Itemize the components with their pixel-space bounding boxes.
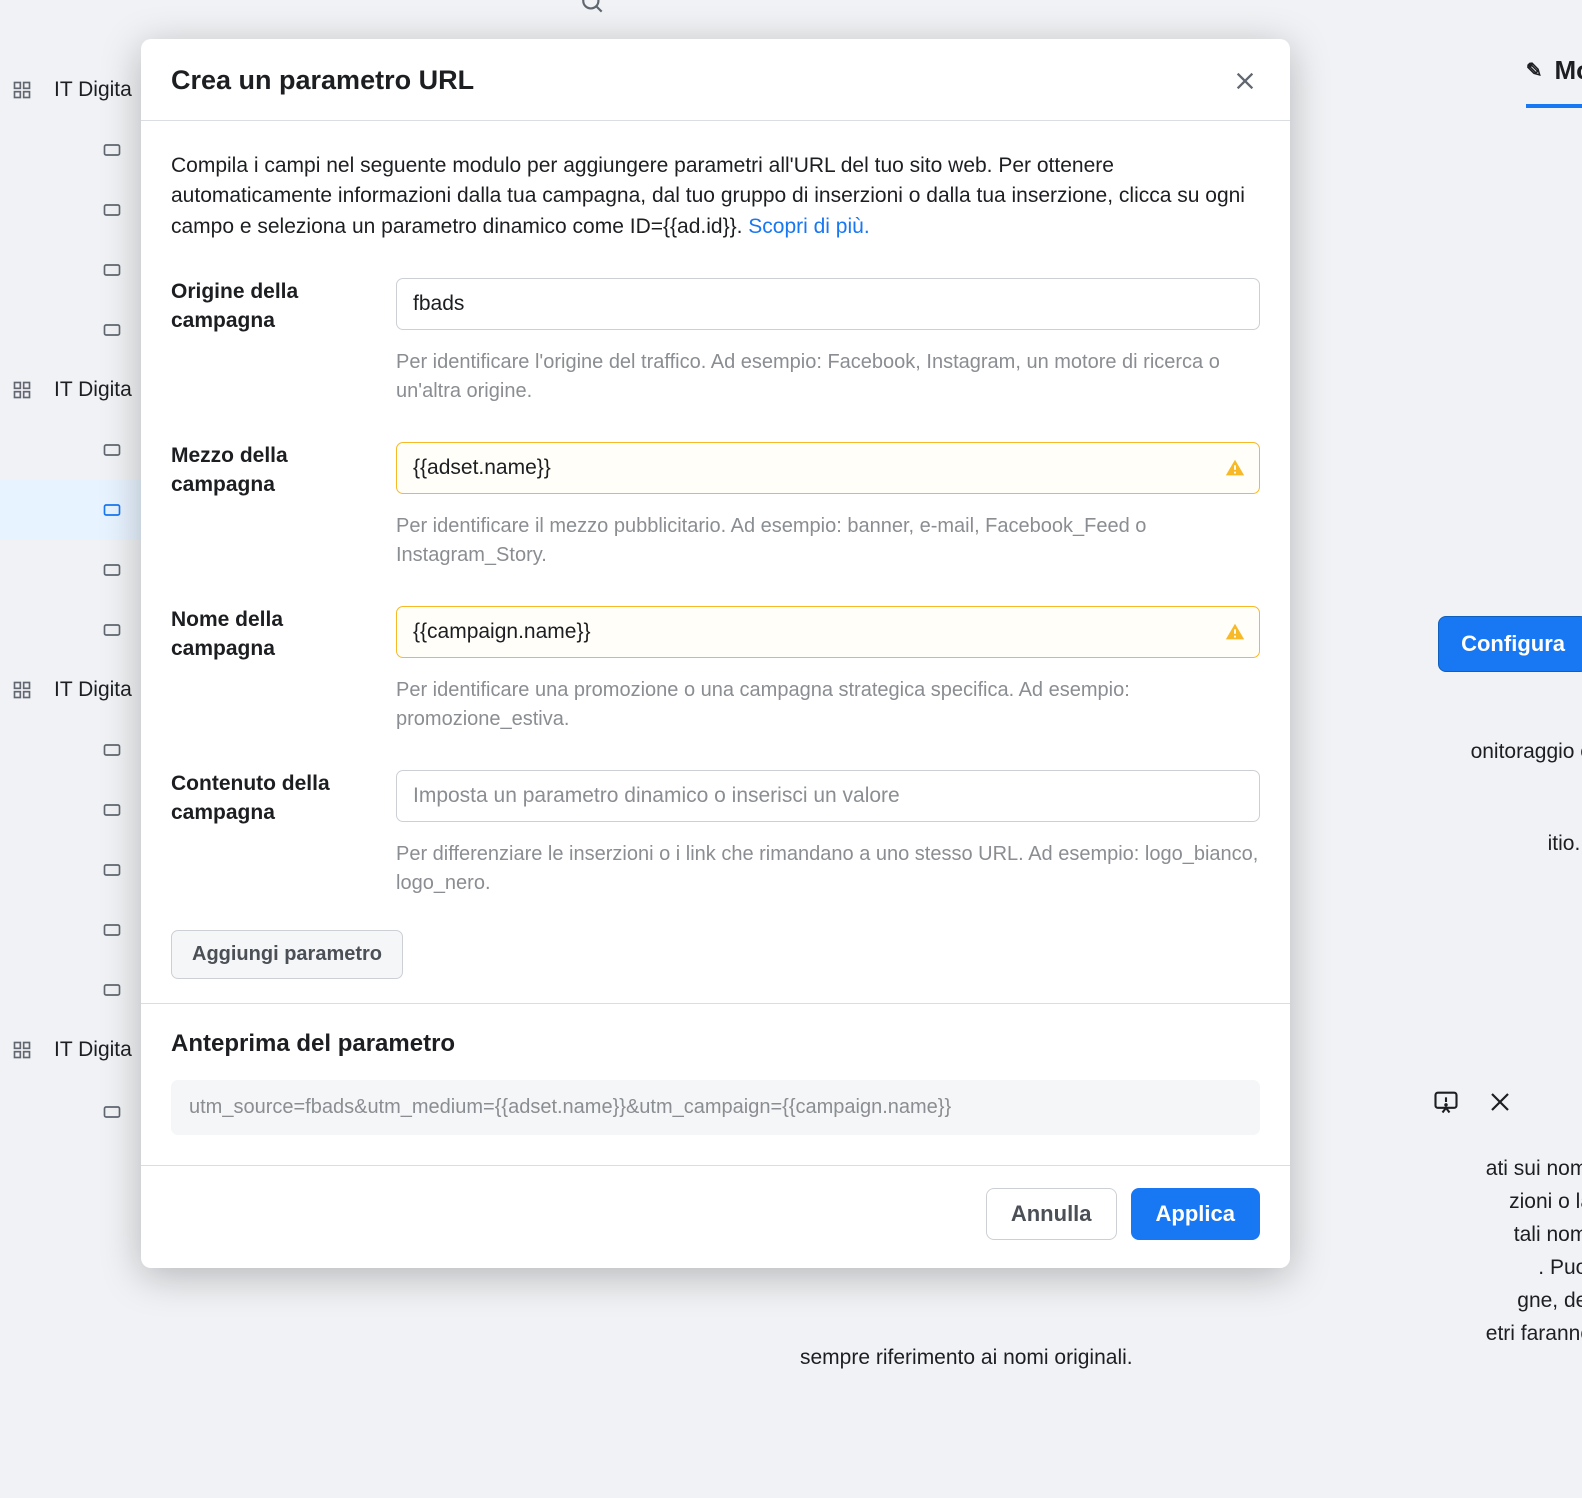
- modal-description: Compila i campi nel seguente modulo per …: [171, 151, 1260, 242]
- cancel-button[interactable]: Annulla: [986, 1188, 1117, 1240]
- field-name-label: Nome della campagna: [171, 606, 396, 734]
- preview-title: Anteprima del parametro: [171, 1030, 1260, 1058]
- device-icon: [100, 860, 124, 880]
- source-input[interactable]: [396, 278, 1260, 330]
- bg-text-fragment: sempre riferimento ai nomi originali.: [800, 1346, 1582, 1370]
- field-name-help: Per identificare una promozione o una ca…: [396, 676, 1260, 734]
- field-name: Nome della campagna Per identificare una…: [171, 606, 1260, 734]
- device-icon: [100, 740, 124, 760]
- device-icon: [100, 1102, 124, 1122]
- device-icon: [100, 800, 124, 820]
- sidebar-item-label: IT Digita: [54, 378, 132, 402]
- sidebar-item-label: IT Digita: [54, 78, 132, 102]
- device-icon: [100, 980, 124, 1000]
- bg-text-fragment: etri faranno: [1486, 1322, 1582, 1346]
- field-source-help: Per identificare l'origine del traffico.…: [396, 348, 1260, 406]
- warning-icon: [1224, 621, 1246, 643]
- search-icon[interactable]: [580, 0, 606, 23]
- breadcrumb-item[interactable]: IT Digital Marketing Milano | Remarketin…: [1007, 0, 1434, 1]
- field-content: Contenuto della campagna Per differenzia…: [171, 770, 1260, 898]
- modal-header: Crea un parametro URL: [141, 39, 1290, 121]
- device-icon: [100, 200, 124, 220]
- device-icon: [100, 440, 124, 460]
- pencil-icon: ✎: [1526, 58, 1543, 83]
- grid-icon: [10, 80, 34, 100]
- field-medium-label: Mezzo della campagna: [171, 442, 396, 570]
- url-parameter-modal: Crea un parametro URL Compila i campi ne…: [141, 39, 1290, 1268]
- add-parameter-button[interactable]: Aggiungi parametro: [171, 930, 403, 979]
- sidebar-item-label: IT Digita: [54, 678, 132, 702]
- name-input[interactable]: [396, 606, 1260, 658]
- modal-title: Crea un parametro URL: [171, 65, 474, 96]
- bg-text-fragment: tali nomi: [1514, 1223, 1582, 1247]
- preview-section: Anteprima del parametro utm_source=fbads…: [141, 1003, 1290, 1165]
- configure-button[interactable]: Configura: [1438, 616, 1582, 672]
- breadcrumb-item[interactable]: IT Digital Marketing Milano: [700, 0, 960, 1]
- bg-text-fragment: itio...: [1548, 832, 1582, 856]
- grid-icon: [10, 680, 34, 700]
- content-input[interactable]: [396, 770, 1260, 822]
- field-content-label: Contenuto della campagna: [171, 770, 396, 898]
- breadcrumb: IT Digital Marketing Milano › IT Digital…: [700, 0, 1435, 1]
- field-medium-help: Per identificare il mezzo pubblicitario.…: [396, 512, 1260, 570]
- medium-input[interactable]: [396, 442, 1260, 494]
- device-icon: [100, 140, 124, 160]
- preview-value: utm_source=fbads&utm_medium={{adset.name…: [171, 1080, 1260, 1135]
- close-icon: [1234, 70, 1256, 92]
- bg-text-fragment: zioni o la: [1509, 1190, 1582, 1214]
- field-source-label: Origine della campagna: [171, 278, 396, 406]
- bg-text-fragment: ati sui nomi: [1486, 1157, 1582, 1181]
- tab-edit[interactable]: ✎ Mo: [1526, 55, 1582, 108]
- field-source: Origine della campagna Per identificare …: [171, 278, 1260, 406]
- device-icon: [100, 260, 124, 280]
- modal-footer: Annulla Applica: [141, 1165, 1290, 1268]
- bg-text-fragment: onitoraggio e: [1471, 740, 1582, 764]
- grid-icon: [10, 380, 34, 400]
- warning-icon: [1224, 457, 1246, 479]
- device-icon: [100, 320, 124, 340]
- bg-text-fragment: gne, dei: [1517, 1289, 1582, 1313]
- chevron-right-icon: ›: [980, 0, 987, 1]
- field-medium: Mezzo della campagna Per identificare il…: [171, 442, 1260, 570]
- device-icon: [100, 920, 124, 940]
- grid-icon: [10, 1040, 34, 1060]
- device-icon: [100, 620, 124, 640]
- learn-more-link[interactable]: Scopri di più.: [748, 215, 869, 238]
- feedback-icon[interactable]: [1432, 1088, 1460, 1121]
- field-content-help: Per differenziare le inserzioni o i link…: [396, 840, 1260, 898]
- sidebar-item-label: IT Digita: [54, 1038, 132, 1062]
- bg-text-fragment: . Puoi: [1538, 1256, 1582, 1280]
- device-icon: [100, 500, 124, 520]
- tab-edit-label: Mo: [1554, 55, 1582, 86]
- apply-button[interactable]: Applica: [1131, 1188, 1260, 1240]
- close-button[interactable]: [1230, 66, 1260, 96]
- modal-description-text: Compila i campi nel seguente modulo per …: [171, 154, 1245, 238]
- device-icon: [100, 560, 124, 580]
- close-icon[interactable]: [1488, 1090, 1512, 1119]
